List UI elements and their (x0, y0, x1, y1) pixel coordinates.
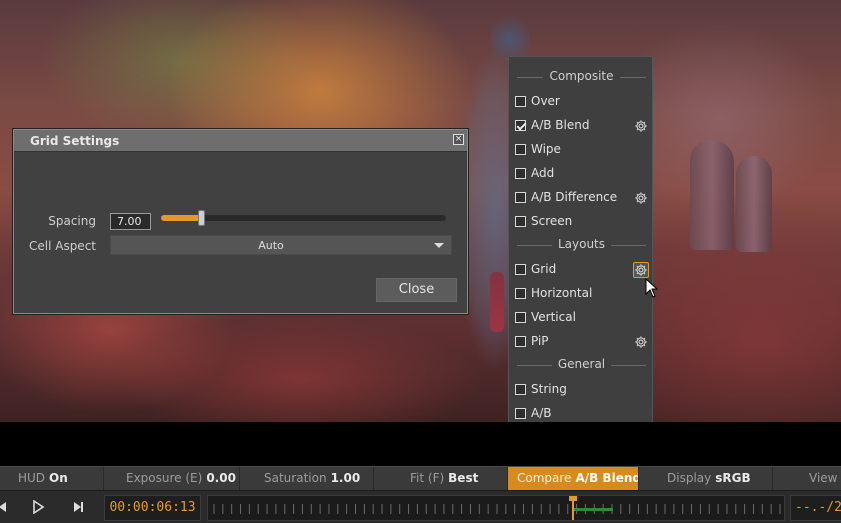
menu-item-horizontal[interactable]: Horizontal (509, 283, 654, 305)
checkbox[interactable] (515, 312, 526, 323)
menu-item-label: String (531, 382, 567, 396)
cell-aspect-label: Cell Aspect (28, 239, 96, 253)
display-control[interactable]: Display sRGB (639, 467, 773, 490)
view-control[interactable]: View (773, 467, 841, 490)
menu-item-wipe[interactable]: Wipe (509, 139, 654, 161)
hud-key: HUD (18, 471, 46, 485)
timeline-ticks (213, 504, 781, 514)
display-value: sRGB (715, 471, 751, 485)
image-rock (690, 140, 734, 250)
gear-icon[interactable] (633, 190, 649, 206)
menu-item-label: Grid (531, 262, 557, 276)
checkbox[interactable] (515, 264, 526, 275)
timeline-bar: 00:00:06:13 --.-/2 (0, 490, 841, 523)
hud-value: On (49, 471, 68, 485)
menu-section-header: Composite (509, 69, 654, 85)
image-rock (736, 156, 772, 252)
cached-range-bar (572, 508, 613, 511)
checkbox[interactable] (515, 288, 526, 299)
menu-item-label: A/B (531, 406, 552, 420)
gear-icon[interactable] (633, 334, 649, 350)
menu-item-label: Screen (531, 214, 573, 228)
image-small-figure (490, 272, 504, 332)
checkbox[interactable] (515, 408, 526, 419)
saturation-key: Saturation (264, 471, 327, 485)
timeline-scrubber[interactable] (207, 495, 785, 521)
exposure-control[interactable]: Exposure (E) 0.00 (104, 467, 240, 490)
menu-item-string[interactable]: String (509, 379, 654, 401)
step-back-icon (0, 502, 6, 512)
menu-item-label: Wipe (531, 142, 561, 156)
menu-section-title: Composite (549, 69, 614, 83)
checkbox[interactable] (515, 336, 526, 347)
saturation-value: 1.00 (330, 471, 361, 485)
timecode-display[interactable]: 00:00:06:13 (104, 495, 201, 521)
grid-settings-dialog: Grid Settings × Spacing 7.00 Cell Aspect… (13, 129, 468, 314)
display-key: Display (667, 471, 712, 485)
exposure-key: Exposure (E) (126, 471, 203, 485)
menu-item-grid[interactable]: Grid (509, 259, 654, 281)
status-bar: HUD On Exposure (E) 0.00 Saturation 1.00 Fi… (0, 466, 841, 490)
step-back-button[interactable] (0, 495, 16, 519)
cell-aspect-select[interactable]: Auto (110, 235, 452, 255)
saturation-control[interactable]: Saturation 1.00 (240, 467, 374, 490)
dialog-close-icon[interactable]: × (453, 134, 464, 145)
exposure-value: 0.00 (206, 471, 236, 485)
close-button[interactable]: Close (376, 278, 457, 302)
menu-item-label: A/B Difference (531, 190, 618, 204)
menu-item-vertical[interactable]: Vertical (509, 307, 654, 329)
dialog-title: Grid Settings (30, 134, 120, 148)
menu-section-title: General (557, 357, 606, 371)
chevron-down-icon (434, 243, 444, 248)
menu-item-label: Vertical (531, 310, 576, 324)
cell-aspect-value: Auto (258, 239, 284, 252)
fit-control[interactable]: Fit (F) Best (374, 467, 508, 490)
timeline-playhead-cap[interactable] (569, 496, 578, 501)
fit-value: Best (448, 471, 479, 485)
viewer-letterbox (0, 422, 841, 466)
frame-count-display: --.-/2 (790, 495, 841, 521)
compare-value: A/B Blend (575, 471, 639, 485)
menu-item-a-b-difference[interactable]: A/B Difference (509, 187, 654, 209)
hud-toggle[interactable]: HUD On (0, 467, 104, 490)
menu-item-a-b-blend[interactable]: A/B Blend (509, 115, 654, 137)
menu-item-pip[interactable]: PiP (509, 331, 654, 353)
menu-item-screen[interactable]: Screen (509, 211, 654, 233)
checkbox[interactable] (515, 144, 526, 155)
spacing-label: Spacing (48, 214, 96, 228)
step-forward-button[interactable] (64, 495, 92, 519)
dialog-titlebar[interactable]: Grid Settings × (14, 130, 467, 152)
menu-section-title: Layouts (557, 237, 606, 251)
checkbox[interactable] (515, 96, 526, 107)
menu-item-label: PiP (531, 334, 549, 348)
spacing-slider[interactable] (161, 210, 446, 226)
fit-key: Fit (F) (410, 471, 445, 485)
checkbox[interactable] (515, 216, 526, 227)
compare-control[interactable]: Compare A/B Blend (508, 467, 639, 490)
checkbox[interactable] (515, 384, 526, 395)
menu-item-label: Add (531, 166, 555, 180)
step-forward-icon (74, 502, 83, 512)
spacing-slider-handle[interactable] (197, 210, 205, 226)
spacing-slider-fill (161, 215, 201, 221)
checkbox[interactable] (515, 192, 526, 203)
menu-section-header: General (509, 357, 654, 373)
checkbox[interactable] (515, 168, 526, 179)
play-button[interactable] (24, 495, 52, 519)
play-icon (33, 500, 45, 514)
compare-menu: Composite Over A/B Blend Wipe Add A/B Differe… (508, 56, 653, 467)
checkbox[interactable] (515, 120, 526, 131)
menu-item-label: Horizontal (531, 286, 593, 300)
menu-item-label: Over (531, 94, 560, 108)
spacing-value-field[interactable]: 7.00 (110, 213, 151, 230)
gear-icon[interactable] (633, 118, 649, 134)
menu-item-over[interactable]: Over (509, 91, 654, 113)
mouse-cursor-icon (645, 278, 659, 298)
compare-key: Compare (517, 471, 572, 485)
menu-section-header: Layouts (509, 237, 654, 253)
view-key: View (809, 471, 838, 485)
menu-item-add[interactable]: Add (509, 163, 654, 185)
gear-icon[interactable] (633, 262, 649, 278)
menu-item-label: A/B Blend (531, 118, 590, 132)
